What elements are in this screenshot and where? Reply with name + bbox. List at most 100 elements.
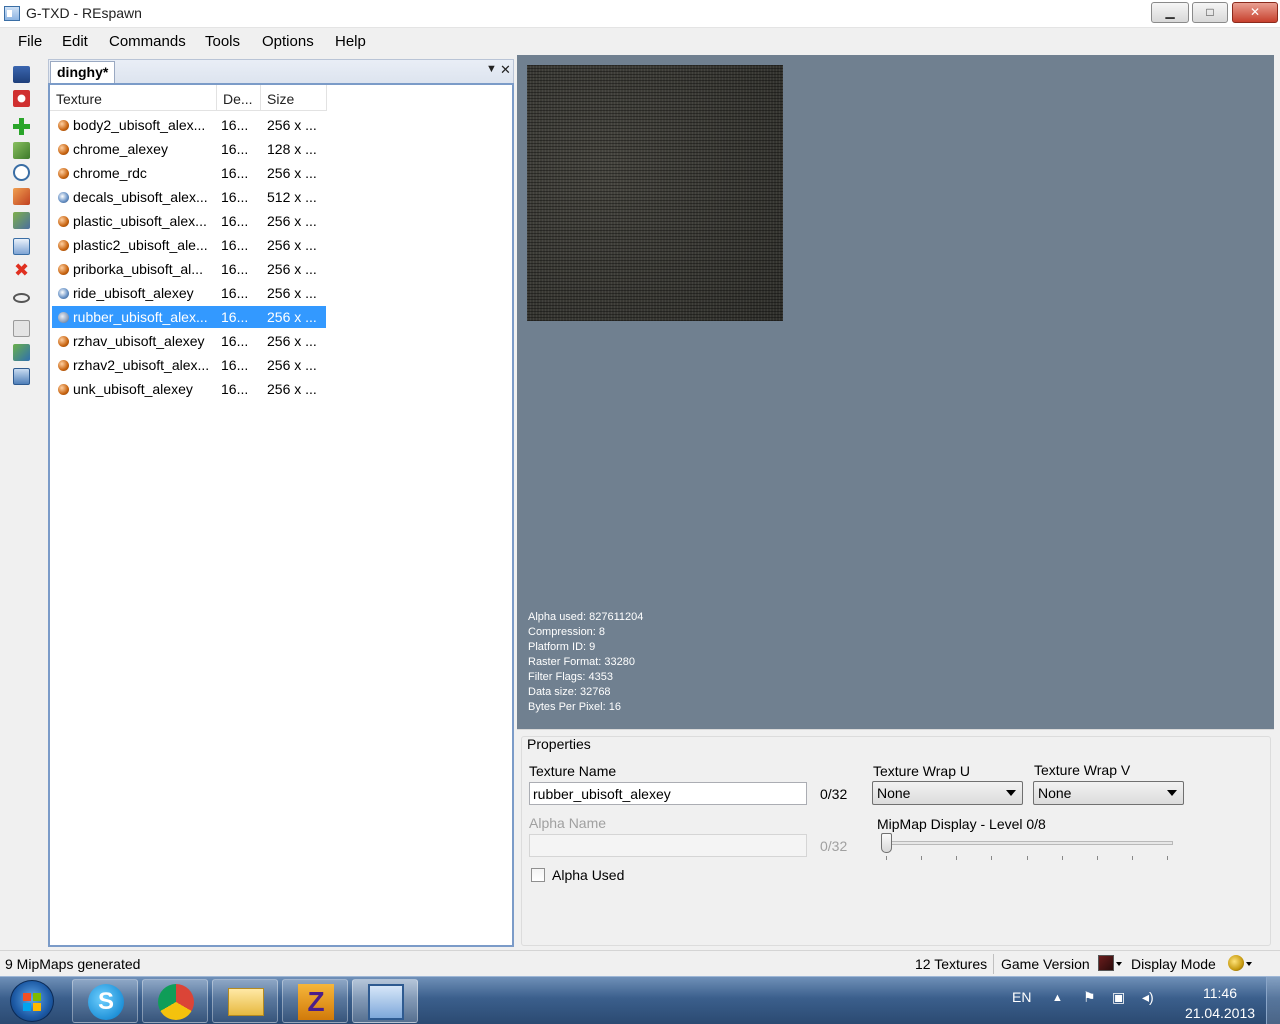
depth-cell: 16...	[221, 213, 249, 229]
size-cell: 256 x ...	[267, 165, 317, 181]
start-button[interactable]	[10, 980, 54, 1022]
tab-dinghy[interactable]: dinghy*	[50, 61, 116, 84]
texture-list: Texture De... Size body2_ubisoft_alex...…	[48, 83, 514, 947]
wrap-u-value: None	[877, 785, 911, 801]
mipmap-slider-thumb[interactable]	[881, 833, 892, 853]
table-row[interactable]: body2_ubisoft_alex... 16... 256 x ...	[52, 114, 326, 136]
table-row[interactable]: unk_ubisoft_alexey 16... 256 x ...	[52, 378, 326, 400]
size-cell: 256 x ...	[267, 261, 317, 277]
table-row[interactable]: rubber_ubisoft_alex... 16... 256 x ...	[52, 306, 326, 328]
convert-icon[interactable]	[13, 344, 30, 361]
language-indicator[interactable]: EN	[1012, 989, 1031, 1005]
menu-help[interactable]: Help	[335, 33, 366, 50]
texture-name-cell: rzhav2_ubisoft_alex...	[73, 357, 210, 373]
size-cell: 256 x ...	[267, 333, 317, 349]
table-row[interactable]: plastic2_ubisoft_ale... 16... 256 x ...	[52, 234, 326, 256]
menu-tools[interactable]: Tools	[205, 33, 240, 50]
network-icon[interactable]: ▣	[1112, 989, 1125, 1006]
slider-tick	[1061, 856, 1063, 860]
wrap-v-select[interactable]: None	[1033, 781, 1184, 805]
table-row[interactable]: priborka_ubisoft_al... 16... 256 x ...	[52, 258, 326, 280]
table-row[interactable]: chrome_rdc 16... 256 x ...	[52, 162, 326, 184]
slider-tick	[921, 856, 923, 860]
chevron-down-icon[interactable]	[1246, 962, 1252, 966]
menu-file[interactable]: File	[18, 33, 42, 50]
clock[interactable]: 11:46 21.04.2013	[1180, 983, 1260, 1023]
taskbar-chrome[interactable]	[142, 979, 208, 1023]
column-texture[interactable]: Texture	[50, 85, 217, 111]
texture-name-cell: rzhav_ubisoft_alexey	[73, 333, 205, 349]
taskbar-gtxd[interactable]	[352, 979, 418, 1023]
table-row[interactable]: chrome_alexey 16... 128 x ...	[52, 138, 326, 160]
column-size[interactable]: Size	[261, 85, 327, 111]
import-icon[interactable]	[13, 142, 30, 159]
info-alpha-used: Alpha used: 827611204	[528, 611, 644, 623]
depth-cell: 16...	[221, 261, 249, 277]
delete-icon[interactable]: ✖	[13, 261, 30, 279]
chevron-down-icon	[1006, 790, 1016, 796]
folder-icon	[228, 988, 264, 1016]
table-row[interactable]: decals_ubisoft_alex... 16... 512 x ...	[52, 186, 326, 208]
view-icon[interactable]	[13, 293, 30, 303]
table-row[interactable]: ride_ubisoft_alexey 16... 256 x ...	[52, 282, 326, 304]
menu-edit[interactable]: Edit	[62, 33, 88, 50]
table-row[interactable]: rzhav2_ubisoft_alex... 16... 256 x ...	[52, 354, 326, 376]
display-mode-label[interactable]: Display Mode	[1131, 956, 1216, 972]
taskbar: S Z EN ▲ ⚑ ▣ ◂) 11:46 21.04.2013	[0, 976, 1280, 1024]
volume-icon[interactable]: ◂)	[1142, 989, 1154, 1006]
minimize-button[interactable]: ▁	[1151, 2, 1189, 23]
depth-cell: 16...	[221, 357, 249, 373]
window-title: G-TXD - REspawn	[26, 5, 142, 21]
tab-dropdown-icon[interactable]: ▼	[486, 63, 497, 75]
alpha-name-input[interactable]	[529, 834, 807, 857]
tool-icon[interactable]	[13, 212, 30, 229]
show-desktop-button[interactable]	[1266, 977, 1280, 1024]
timer-icon[interactable]	[13, 164, 30, 181]
chevron-down-icon[interactable]	[1116, 962, 1122, 966]
document-tabstrip: dinghy* ▼ ✕	[48, 59, 514, 84]
menu-bar: File Edit Commands Tools Options Help	[0, 29, 1280, 55]
texture-icon	[58, 384, 69, 395]
replace-icon[interactable]	[13, 188, 30, 205]
alpha-used-checkbox[interactable]	[531, 868, 545, 882]
table-row[interactable]: plastic_ubisoft_alex... 16... 256 x ...	[52, 210, 326, 232]
taskbar-explorer[interactable]	[212, 979, 278, 1023]
tab-close-icon[interactable]: ✕	[500, 62, 511, 78]
texture-icon	[58, 312, 69, 323]
export-icon[interactable]	[13, 90, 30, 107]
rename-icon[interactable]	[13, 238, 30, 255]
menu-commands[interactable]: Commands	[109, 33, 186, 50]
image-icon[interactable]	[13, 368, 30, 385]
add-icon[interactable]	[13, 118, 30, 135]
display-mode-icon[interactable]	[1228, 955, 1244, 971]
taskbar-skype[interactable]: S	[72, 979, 138, 1023]
properties-icon[interactable]	[13, 320, 30, 337]
texture-name-cell: chrome_rdc	[73, 165, 147, 181]
game-version-label[interactable]: Game Version	[1001, 956, 1090, 972]
texture-icon	[58, 216, 69, 227]
close-button[interactable]: ✕	[1232, 2, 1278, 23]
maximize-button[interactable]: □	[1192, 2, 1228, 23]
flag-icon[interactable]: ⚑	[1083, 989, 1096, 1006]
wrap-u-select[interactable]: None	[872, 781, 1023, 805]
skype-icon: S	[88, 984, 124, 1020]
taskbar-z-app[interactable]: Z	[282, 979, 348, 1023]
texture-name-input[interactable]	[529, 782, 807, 805]
game-version-icon[interactable]	[1098, 955, 1114, 971]
title-bar: G-TXD - REspawn ▁ □ ✕	[0, 0, 1280, 28]
menu-options[interactable]: Options	[262, 33, 314, 50]
mipmap-slider-track[interactable]	[881, 841, 1173, 845]
size-cell: 256 x ...	[267, 117, 317, 133]
depth-cell: 16...	[221, 141, 249, 157]
save-icon[interactable]	[13, 66, 30, 83]
texture-icon	[58, 360, 69, 371]
slider-tick	[1096, 856, 1098, 860]
table-row[interactable]: rzhav_ubisoft_alexey 16... 256 x ...	[52, 330, 326, 352]
tray-expand-icon[interactable]: ▲	[1052, 992, 1063, 1004]
wrap-u-label: Texture Wrap U	[873, 763, 970, 779]
texture-name-cell: unk_ubisoft_alexey	[73, 381, 193, 397]
chrome-icon	[158, 984, 194, 1020]
texture-icon	[58, 264, 69, 275]
column-depth[interactable]: De...	[217, 85, 261, 111]
depth-cell: 16...	[221, 237, 249, 253]
